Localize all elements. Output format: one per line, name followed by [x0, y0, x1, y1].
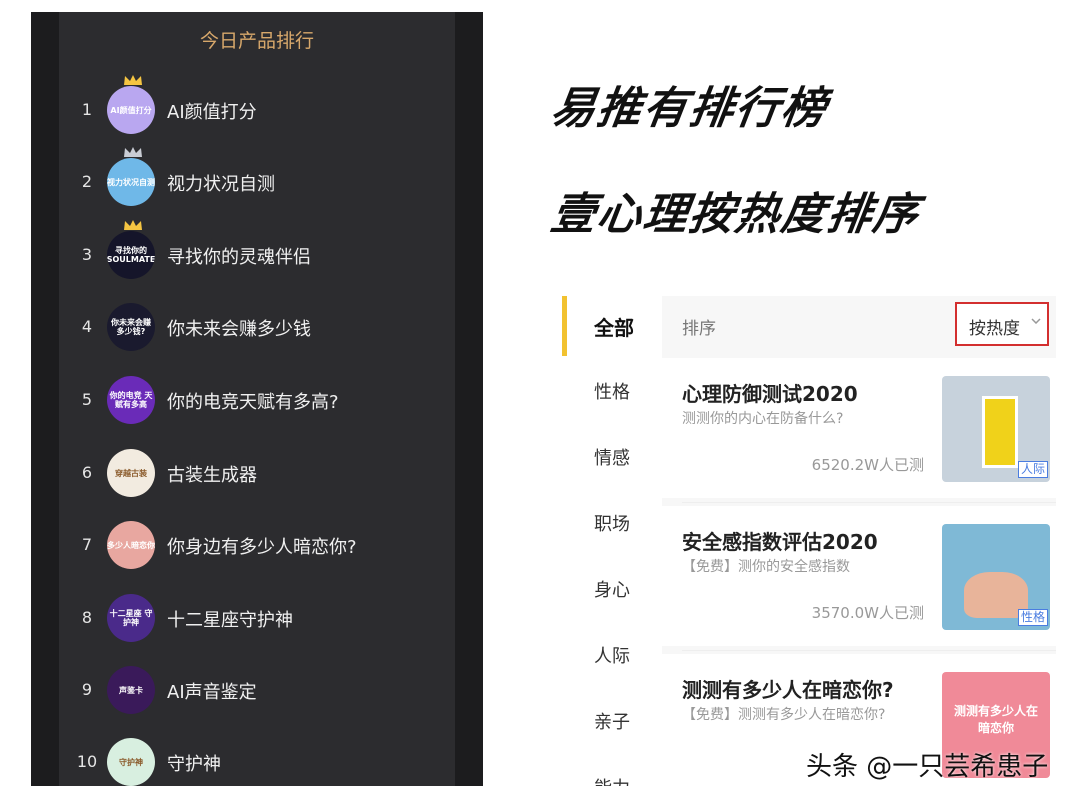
avatar-label: 你的电竞 天赋有多高	[109, 391, 153, 409]
category-active-indicator	[562, 296, 567, 356]
chevron-down-icon	[1031, 318, 1041, 324]
category-tag: 性格	[1017, 609, 1048, 626]
category-tag: 人际	[1017, 461, 1048, 478]
test-list-area: 排序 按热度 心理防御测试2020 测测你的内心在防备什么? 6520.2W人已测 人…	[662, 296, 1056, 786]
product-name: 视力状况自测	[167, 174, 275, 195]
ranking-item[interactable]: 10 守护神 守护神	[59, 732, 455, 792]
test-card[interactable]: 心理防御测试2020 测测你的内心在防备什么? 6520.2W人已测 人际	[662, 358, 1056, 498]
category-tab[interactable]: 情感	[594, 444, 630, 470]
ranking-panel: 今日产品排行 1 AI颜值打分 AI颜值打分 2 视力状况自测 视力状况自测 3 寻找你的 S…	[31, 12, 483, 786]
category-tab[interactable]: 身心	[594, 576, 630, 602]
rank-number: 10	[76, 752, 98, 771]
watermark: 头条 @一只芸希患子	[806, 752, 1049, 782]
card-subtitle: 【免费】测测有多少人在暗恋你?	[682, 707, 886, 723]
product-avatar: 守护神	[107, 738, 155, 786]
ranking-item[interactable]: 2 视力状况自测 视力状况自测	[59, 147, 455, 212]
rank-number: 3	[81, 245, 93, 264]
crown-icon	[124, 220, 142, 230]
headline-2: 壹心理按热度排序	[547, 189, 923, 240]
card-thumbnail: 人际	[942, 376, 1050, 482]
sort-label: 排序	[682, 319, 716, 339]
category-tab[interactable]: 性格	[594, 378, 630, 404]
product-avatar: 十二星座 守护神	[107, 594, 155, 642]
crown-icon	[124, 147, 142, 157]
card-title: 心理防御测试2020	[682, 382, 858, 406]
category-tab[interactable]: 亲子	[594, 708, 630, 734]
product-avatar: 寻找你的 SOULMATE	[107, 231, 155, 279]
ranking-item[interactable]: 8 十二星座 守护神 十二星座守护神	[59, 588, 455, 648]
ranking-item[interactable]: 7 多少人暗恋你 你身边有多少人暗恋你?	[59, 515, 455, 575]
thumbnail-text: 测测有多少人在暗恋你	[953, 704, 1038, 735]
sort-button-label: 按热度	[969, 319, 1020, 339]
card-divider	[682, 650, 1056, 651]
product-avatar: 多少人暗恋你	[107, 521, 155, 569]
ranking-item[interactable]: 4 你未来会赚 多少钱? 你未来会赚多少钱	[59, 297, 455, 357]
rank-number: 5	[81, 390, 93, 409]
ranking-item[interactable]: 6 穿越古装 古装生成器	[59, 443, 455, 503]
category-tab[interactable]: 全部	[594, 312, 634, 341]
rank-number: 1	[81, 100, 93, 119]
card-thumbnail: 性格	[942, 524, 1050, 630]
product-avatar: AI颜值打分	[107, 86, 155, 134]
product-avatar: 穿越古装	[107, 449, 155, 497]
participant-count: 3570.0W人已测	[811, 604, 924, 622]
category-tab[interactable]: 人际	[594, 642, 630, 668]
rank-number: 4	[81, 317, 93, 336]
crown-icon	[124, 75, 142, 85]
ranking-title: 今日产品排行	[199, 30, 314, 52]
category-tab[interactable]: 能力	[594, 774, 630, 786]
avatar-label: 寻找你的 SOULMATE	[107, 246, 155, 264]
participant-count: 6520.2W人已测	[811, 456, 924, 474]
rank-number: 2	[81, 172, 93, 191]
product-name: 守护神	[167, 754, 221, 775]
headline-1: 易推有排行榜	[547, 83, 831, 134]
product-avatar: 声鉴卡	[107, 666, 155, 714]
avatar-label: 多少人暗恋你	[107, 540, 155, 550]
card-subtitle: 测测你的内心在防备什么?	[682, 411, 844, 427]
rank-number: 7	[81, 535, 93, 554]
product-name: 你未来会赚多少钱	[167, 319, 311, 340]
avatar-label: 声鉴卡	[119, 685, 143, 695]
test-card[interactable]: 安全感指数评估2020 【免费】测你的安全感指数 3570.0W人已测 性格	[662, 506, 1056, 646]
avatar-label: 守护神	[119, 757, 143, 767]
product-name: 十二星座守护神	[167, 610, 293, 631]
avatar-label: 穿越古装	[115, 468, 147, 478]
product-name: 古装生成器	[167, 465, 257, 486]
product-avatar: 你的电竞 天赋有多高	[107, 376, 155, 424]
product-name: 你的电竞天赋有多高?	[167, 392, 339, 413]
rank-number: 9	[81, 680, 93, 699]
ranking-item[interactable]: 3 寻找你的 SOULMATE 寻找你的灵魂伴侣	[59, 220, 455, 285]
door-image	[982, 396, 1018, 468]
product-avatar: 你未来会赚 多少钱?	[107, 303, 155, 351]
card-subtitle: 【免费】测你的安全感指数	[682, 559, 850, 575]
product-name: 寻找你的灵魂伴侣	[167, 247, 311, 268]
product-avatar: 视力状况自测	[107, 158, 155, 206]
ranking-item[interactable]: 1 AI颜值打分 AI颜值打分	[59, 75, 455, 140]
avatar-label: 你未来会赚 多少钱?	[111, 318, 151, 336]
ranking-item[interactable]: 5 你的电竞 天赋有多高 你的电竞天赋有多高?	[59, 370, 455, 430]
card-divider	[682, 502, 1056, 503]
category-tab[interactable]: 职场	[594, 510, 630, 536]
ranking-list-container: 今日产品排行 1 AI颜值打分 AI颜值打分 2 视力状况自测 视力状况自测 3 寻找你的 S…	[59, 12, 455, 786]
rank-number: 8	[81, 608, 93, 627]
product-name: AI声音鉴定	[167, 682, 257, 703]
avatar-label: AI颜值打分	[110, 105, 152, 115]
card-title: 测测有多少人在暗恋你?	[682, 678, 894, 702]
product-name: 你身边有多少人暗恋你?	[167, 537, 357, 558]
sort-by-popularity-button[interactable]: 按热度	[955, 302, 1049, 346]
rank-number: 6	[81, 463, 93, 482]
avatar-label: 视力状况自测	[107, 177, 155, 187]
avatar-label: 十二星座 守护神	[109, 609, 153, 627]
card-title: 安全感指数评估2020	[682, 530, 878, 554]
product-name: AI颜值打分	[167, 102, 257, 123]
app-screenshot: 全部性格情感职场身心人际亲子能力 排序 按热度 心理防御测试2020测测你的内心…	[562, 296, 1056, 786]
ranking-item[interactable]: 9 声鉴卡 AI声音鉴定	[59, 660, 455, 720]
